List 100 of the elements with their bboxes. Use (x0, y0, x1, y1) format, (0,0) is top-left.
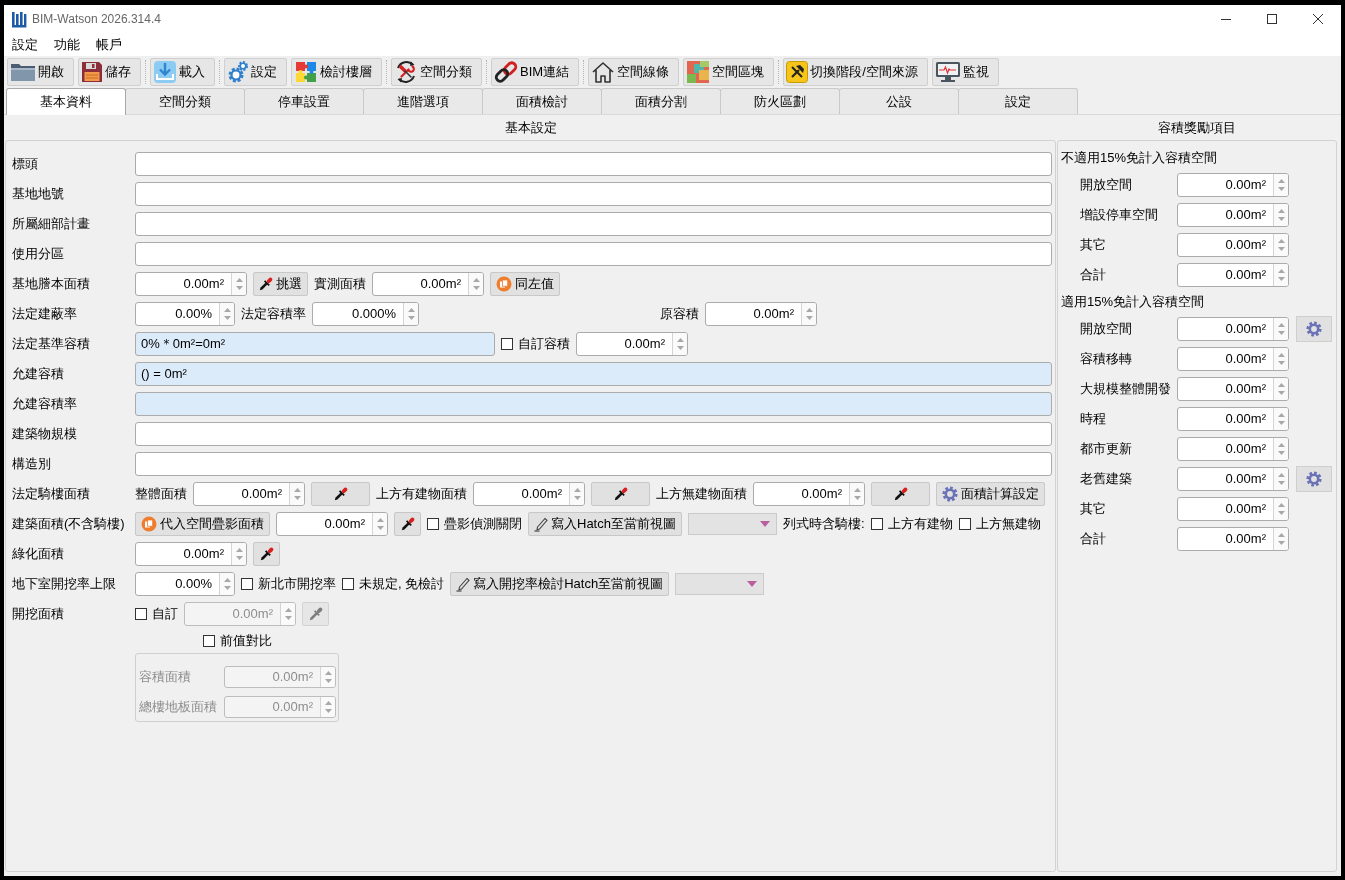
spin-arrows-icon[interactable] (222, 576, 232, 592)
spin-box[interactable]: 0.00m² (1177, 317, 1289, 341)
spin-box[interactable]: 0.00m² (753, 482, 865, 506)
toolbar-button[interactable]: 開啟 (7, 58, 74, 86)
spin-box[interactable]: 0.00m² (1177, 437, 1289, 461)
spin-arrows-icon[interactable] (471, 276, 481, 292)
write-button[interactable]: 寫入Hatch至當前視圖 (528, 512, 682, 536)
spin-box[interactable]: 0.00m² (1177, 527, 1289, 551)
spin-box[interactable]: 0.00m² (193, 482, 305, 506)
spin-arrows-icon[interactable] (572, 486, 582, 502)
text-field[interactable] (135, 182, 1052, 206)
spin-box[interactable]: 0.00m² (705, 302, 817, 326)
dropdown[interactable] (675, 573, 765, 595)
spin-arrows-icon[interactable] (675, 336, 685, 352)
spin-box[interactable]: 0.00m² (473, 482, 585, 506)
spin-arrows-icon[interactable] (234, 276, 244, 292)
spin-box[interactable]: 0.00m² (1177, 377, 1289, 401)
spin-arrows-icon[interactable] (1276, 321, 1286, 337)
spin-box[interactable]: 0.00m² (1177, 467, 1289, 491)
tab[interactable]: 面積檢討 (482, 88, 602, 114)
checkbox[interactable] (135, 608, 147, 620)
dropdown[interactable] (687, 513, 777, 535)
spin-box[interactable]: 0.00% (135, 572, 235, 596)
spin-arrows-icon[interactable] (1276, 441, 1286, 457)
text-field[interactable] (135, 212, 1052, 236)
toolbar-button[interactable]: 載入 (150, 58, 215, 86)
checkbox[interactable] (870, 518, 883, 530)
eyedropper-button[interactable] (394, 512, 421, 536)
toolbar-button[interactable]: 空間分類 (391, 58, 482, 86)
eyedropper-button[interactable]: 挑選 (253, 272, 308, 296)
toolbar-button[interactable]: 空間線條 (588, 58, 680, 86)
spin-arrows-icon[interactable] (1276, 381, 1286, 397)
spin-arrows-icon[interactable] (1276, 531, 1286, 547)
text-field[interactable] (135, 152, 1052, 176)
tab[interactable]: 防火區劃 (720, 88, 840, 114)
toolbar-button[interactable]: BIM連結 (491, 58, 580, 86)
spin-box[interactable]: 0.00m² (135, 542, 247, 566)
spin-arrows-icon[interactable] (1276, 267, 1286, 283)
spin-box[interactable]: 0.000% (312, 302, 419, 326)
spin-box[interactable]: 0.00m² (276, 512, 388, 536)
spin-arrows-icon[interactable] (323, 699, 333, 715)
menu-item[interactable]: 功能 (46, 35, 88, 54)
copy-button[interactable]: 同左值 (490, 272, 560, 296)
tab[interactable]: 設定 (958, 88, 1078, 114)
toolbar-button[interactable]: 切換階段/空間來源 (783, 58, 928, 86)
spin-box[interactable]: 0.00m² (1177, 263, 1289, 287)
spin-box[interactable]: 0.00m² (1177, 203, 1289, 227)
spin-box[interactable]: 0.00m² (1177, 233, 1289, 257)
checkbox[interactable] (427, 518, 439, 530)
write-button[interactable]: 寫入開挖率檢討Hatch至當前視圖 (450, 572, 670, 596)
spin-box[interactable]: 0.00m² (372, 272, 484, 296)
spin-arrows-icon[interactable] (323, 669, 333, 685)
spin-arrows-icon[interactable] (375, 516, 385, 532)
spin-arrows-icon[interactable] (804, 306, 814, 322)
text-field[interactable] (135, 452, 1052, 476)
eyedropper-icon (893, 487, 908, 501)
checkbox[interactable] (958, 518, 971, 530)
spin-box[interactable]: 0.00m² (1177, 497, 1289, 521)
spin-arrows-icon[interactable] (1276, 471, 1286, 487)
menu-item[interactable]: 設定 (4, 35, 46, 54)
copy-button[interactable]: 代入空間疊影面積 (135, 512, 270, 536)
toolbar-button[interactable]: 儲存 (78, 58, 141, 86)
spin-arrows-icon[interactable] (406, 306, 416, 322)
spin-arrows-icon[interactable] (1276, 501, 1286, 517)
tab[interactable]: 進階選項 (363, 88, 483, 114)
spin-arrows-icon[interactable] (1276, 351, 1286, 367)
tab[interactable]: 面積分割 (601, 88, 721, 114)
spin-arrows-icon[interactable] (1276, 411, 1286, 427)
checkbox[interactable] (203, 635, 215, 647)
toolbar-button[interactable]: 空間區塊 (683, 58, 775, 86)
checkbox[interactable] (501, 338, 513, 350)
settings-button[interactable] (1296, 466, 1332, 492)
toolbar-button[interactable]: 設定 (224, 58, 287, 86)
spin-box[interactable]: 0.00m² (1177, 347, 1289, 371)
menu-item[interactable]: 帳戶 (88, 35, 130, 54)
spin-arrows-icon[interactable] (234, 546, 244, 562)
checkbox[interactable] (342, 578, 354, 590)
settings-button[interactable]: 面積計算設定 (936, 482, 1045, 506)
spin-arrows-icon[interactable] (1276, 177, 1286, 193)
settings-button[interactable] (1296, 316, 1332, 342)
spin-arrows-icon[interactable] (1276, 237, 1286, 253)
spin-box[interactable]: 0.00m² (576, 332, 688, 356)
tab[interactable]: 停車設置 (244, 88, 364, 114)
spin-arrows-icon[interactable] (222, 306, 232, 322)
spin-arrows-icon[interactable] (292, 486, 302, 502)
toolbar-button[interactable]: 檢討樓層 (291, 58, 382, 86)
text-field[interactable] (135, 242, 1052, 266)
tab[interactable]: 空間分類 (125, 88, 245, 114)
tab[interactable]: 基本資料 (6, 88, 126, 115)
text-field[interactable] (135, 422, 1052, 446)
checkbox[interactable] (241, 578, 253, 590)
spin-box[interactable]: 0.00% (135, 302, 235, 326)
spin-arrows-icon[interactable] (852, 486, 862, 502)
tab[interactable]: 公設 (839, 88, 959, 114)
eyedropper-button[interactable] (253, 542, 280, 566)
spin-box[interactable]: 0.00m² (135, 272, 247, 296)
spin-box[interactable]: 0.00m² (1177, 173, 1289, 197)
spin-arrows-icon[interactable] (1276, 207, 1286, 223)
spin-box[interactable]: 0.00m² (1177, 407, 1289, 431)
toolbar-button[interactable]: 監視 (931, 58, 999, 86)
